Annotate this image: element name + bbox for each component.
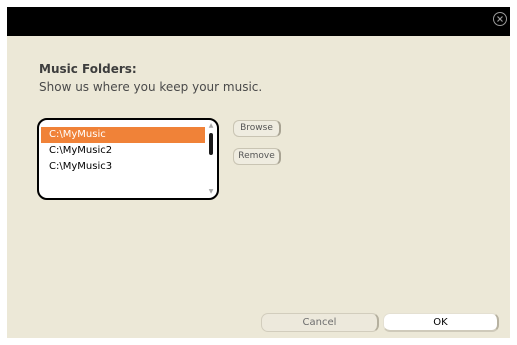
ok-button[interactable]: OK xyxy=(383,313,499,332)
list-item[interactable]: C:\MyMusic2 xyxy=(41,143,205,159)
section-description: Show us where you keep your music. xyxy=(39,80,263,94)
list-item[interactable]: C:\MyMusic3 xyxy=(41,159,205,175)
browse-button[interactable]: Browse xyxy=(233,120,281,137)
cancel-button[interactable]: Cancel xyxy=(261,313,379,332)
scroll-up-arrow-icon[interactable]: ▲ xyxy=(206,122,216,130)
music-folders-dialog: Music Folders: Show us where you keep yo… xyxy=(7,7,510,338)
remove-button[interactable]: Remove xyxy=(233,148,281,165)
scroll-down-arrow-icon[interactable]: ▼ xyxy=(206,188,216,196)
list-item[interactable]: C:\MyMusic xyxy=(41,127,205,143)
close-button[interactable] xyxy=(493,12,507,26)
title-bar xyxy=(7,7,510,36)
list-items: C:\MyMusic C:\MyMusic2 C:\MyMusic3 xyxy=(41,127,205,175)
list-scrollbar[interactable]: ▲ ▼ xyxy=(206,122,216,196)
scroll-thumb[interactable] xyxy=(209,133,213,155)
section-heading: Music Folders: xyxy=(39,62,137,76)
music-folder-list[interactable]: C:\MyMusic C:\MyMusic2 C:\MyMusic3 ▲ ▼ xyxy=(37,118,219,200)
close-icon xyxy=(497,16,503,22)
